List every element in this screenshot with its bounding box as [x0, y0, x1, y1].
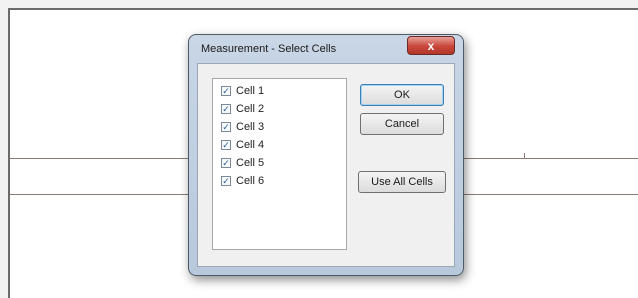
cell-label: Cell 4 [236, 139, 265, 151]
checkmark-icon: ✓ [222, 85, 230, 96]
cell-listbox[interactable]: ✓ Cell 1 ✓ Cell 2 ✓ Cell 3 ✓ Cell 4 ✓ Ce… [212, 78, 347, 250]
list-item-cell-5[interactable]: ✓ Cell 5 [213, 154, 346, 172]
list-item-cell-1[interactable]: ✓ Cell 1 [213, 82, 346, 100]
checkbox-cell-1[interactable]: ✓ [221, 86, 231, 96]
checkmark-icon: ✓ [222, 103, 230, 114]
close-button[interactable]: x [407, 36, 455, 55]
cell-label: Cell 3 [236, 121, 265, 133]
cell-label: Cell 1 [236, 85, 265, 97]
dialog-body: ✓ Cell 1 ✓ Cell 2 ✓ Cell 3 ✓ Cell 4 ✓ Ce… [197, 63, 455, 267]
list-item-cell-4[interactable]: ✓ Cell 4 [213, 136, 346, 154]
checkmark-icon: ✓ [222, 175, 230, 186]
ok-button[interactable]: OK [360, 84, 444, 106]
close-icon: x [427, 38, 435, 53]
checkmark-icon: ✓ [222, 157, 230, 168]
plot-line-upper-left [10, 158, 190, 159]
cancel-button[interactable]: Cancel [360, 113, 444, 135]
plot-line-lower-right [462, 194, 638, 195]
checkmark-icon: ✓ [222, 139, 230, 150]
list-item-cell-2[interactable]: ✓ Cell 2 [213, 100, 346, 118]
use-all-cells-button[interactable]: Use All Cells [358, 171, 446, 193]
checkbox-cell-6[interactable]: ✓ [221, 176, 231, 186]
plot-line-upper-right [462, 158, 638, 159]
cell-label: Cell 2 [236, 103, 265, 115]
plot-tick-mark [524, 153, 525, 159]
cell-label: Cell 6 [236, 175, 265, 187]
dialog-titlebar[interactable]: Measurement - Select Cells x [189, 35, 463, 61]
list-item-cell-3[interactable]: ✓ Cell 3 [213, 118, 346, 136]
checkbox-cell-2[interactable]: ✓ [221, 104, 231, 114]
select-cells-dialog: Measurement - Select Cells x ✓ Cell 1 ✓ … [188, 34, 464, 276]
dialog-title: Measurement - Select Cells [201, 43, 337, 55]
checkbox-cell-4[interactable]: ✓ [221, 140, 231, 150]
cell-label: Cell 5 [236, 157, 265, 169]
checkbox-cell-3[interactable]: ✓ [221, 122, 231, 132]
plot-line-lower-left [10, 194, 190, 195]
checkbox-cell-5[interactable]: ✓ [221, 158, 231, 168]
checkmark-icon: ✓ [222, 121, 230, 132]
list-item-cell-6[interactable]: ✓ Cell 6 [213, 172, 346, 190]
